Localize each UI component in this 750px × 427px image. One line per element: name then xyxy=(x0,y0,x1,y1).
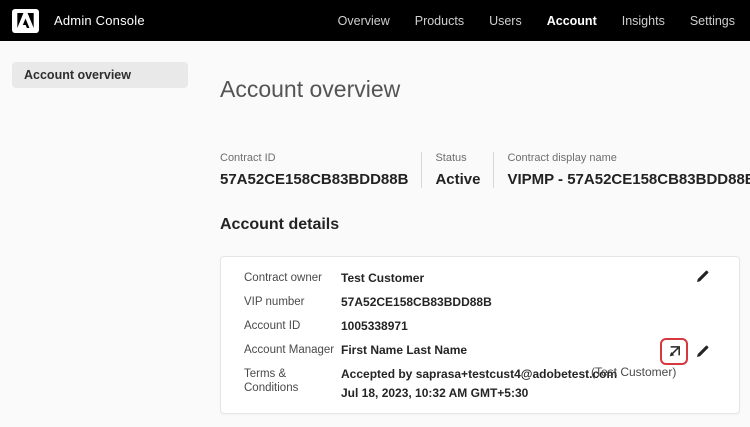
contract-id-block: Contract ID 57A52CE158CB83BDD88B xyxy=(220,152,408,188)
row-value: 57A52CE158CB83BDD88B xyxy=(341,295,492,309)
adobe-logo-icon xyxy=(17,13,34,28)
status-label: Status xyxy=(435,152,480,164)
contract-id-label: Contract ID xyxy=(220,152,408,164)
contract-summary: Contract ID 57A52CE158CB83BDD88B Status … xyxy=(220,152,750,188)
status-block: Status Active xyxy=(435,152,480,188)
adobe-logo[interactable] xyxy=(12,9,39,33)
row-label: Terms & Conditions xyxy=(244,367,341,400)
nav-item-settings[interactable]: Settings xyxy=(690,14,735,28)
row-value: First Name Last Name xyxy=(341,343,467,357)
summary-divider xyxy=(493,152,494,188)
edit-account-manager-button[interactable] xyxy=(696,344,710,358)
nav-item-insights[interactable]: Insights xyxy=(622,14,665,28)
row-value: Accepted by saprasa+testcust4@adobetest.… xyxy=(341,367,617,400)
table-row-account-id: Account ID 1005338971 xyxy=(244,319,739,333)
edit-contract-owner-button[interactable] xyxy=(696,269,710,283)
display-name-block: Contract display name VIPMP - 57A52CE158… xyxy=(507,152,750,188)
row-value: 1005338971 xyxy=(341,319,408,333)
pencil-icon xyxy=(696,269,710,283)
row-label: Account Manager xyxy=(244,343,341,357)
nav-item-account[interactable]: Account xyxy=(547,14,597,28)
summary-divider xyxy=(421,152,422,188)
account-details-title: Account details xyxy=(220,216,339,234)
account-details-card: Contract owner Test Customer VIP number … xyxy=(220,256,740,414)
terms-accepted-name: (Test Customer) xyxy=(591,365,676,379)
sidebar-item-account-overview[interactable]: Account overview xyxy=(12,62,188,88)
sidebar-item-label: Account overview xyxy=(24,68,131,82)
row-label: VIP number xyxy=(244,295,341,309)
nav-item-users[interactable]: Users xyxy=(489,14,522,28)
page-title: Account overview xyxy=(220,76,400,103)
terms-accepted-date: Jul 18, 2023, 10:32 AM GMT+5:30 xyxy=(341,386,617,400)
table-row-contract-owner: Contract owner Test Customer xyxy=(244,271,739,285)
terms-accepted-by: Accepted by saprasa+testcust4@adobetest.… xyxy=(341,367,617,381)
display-name-label: Contract display name xyxy=(507,152,750,164)
status-value: Active xyxy=(435,171,480,188)
nav-item-overview[interactable]: Overview xyxy=(338,14,390,28)
display-name-value: VIPMP - 57A52CE158CB83BDD88B xyxy=(507,171,750,188)
app-title: Admin Console xyxy=(54,13,145,28)
row-label: Account ID xyxy=(244,319,341,333)
row-value: Test Customer xyxy=(341,271,424,285)
highlight-annotation-box xyxy=(660,338,688,365)
contract-id-value: 57A52CE158CB83BDD88B xyxy=(220,171,408,188)
top-header: Admin Console Overview Products Users Ac… xyxy=(0,0,750,41)
account-manager-open-button[interactable] xyxy=(667,344,682,359)
table-row-vip-number: VIP number 57A52CE158CB83BDD88B xyxy=(244,295,739,309)
pencil-icon xyxy=(696,344,710,358)
nav-item-products[interactable]: Products xyxy=(415,14,464,28)
top-nav: Overview Products Users Account Insights… xyxy=(338,14,740,28)
row-label: Contract owner xyxy=(244,271,341,285)
open-in-icon xyxy=(667,344,682,359)
admin-console-screen: Admin Console Overview Products Users Ac… xyxy=(0,0,750,427)
